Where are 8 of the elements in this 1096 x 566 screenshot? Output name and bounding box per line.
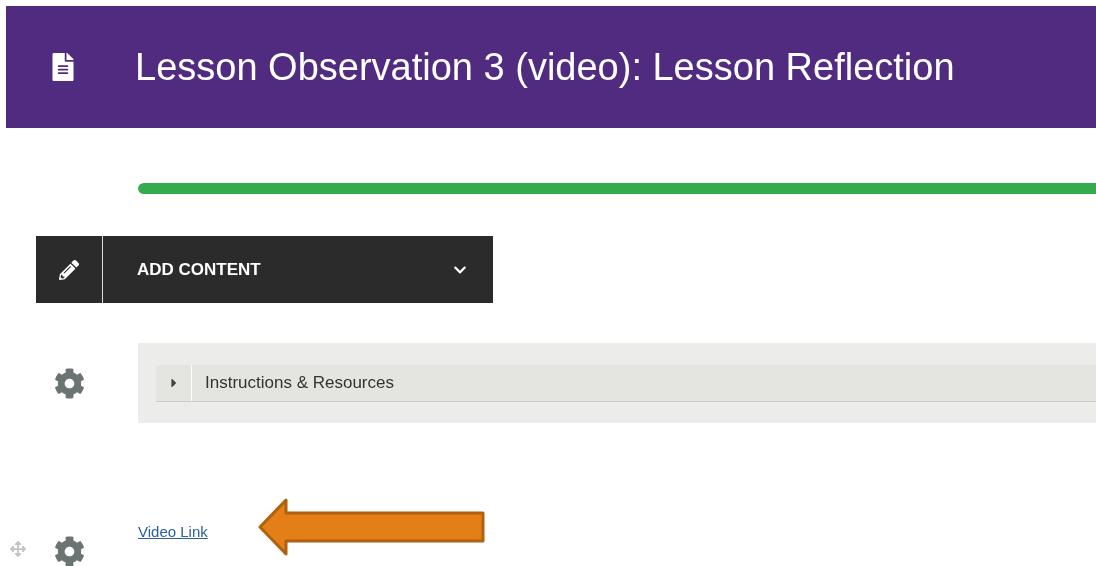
page-title: Lesson Observation 3 (video): Lesson Reflection (135, 44, 955, 90)
accordion-header[interactable]: Instructions & Resources (156, 364, 1096, 402)
video-link[interactable]: Video Link (138, 523, 208, 540)
settings-icon[interactable] (54, 536, 85, 566)
pencil-icon (59, 259, 79, 280)
settings-icon (53, 367, 85, 399)
settings-button[interactable] (52, 366, 86, 400)
document-icon (52, 53, 74, 81)
